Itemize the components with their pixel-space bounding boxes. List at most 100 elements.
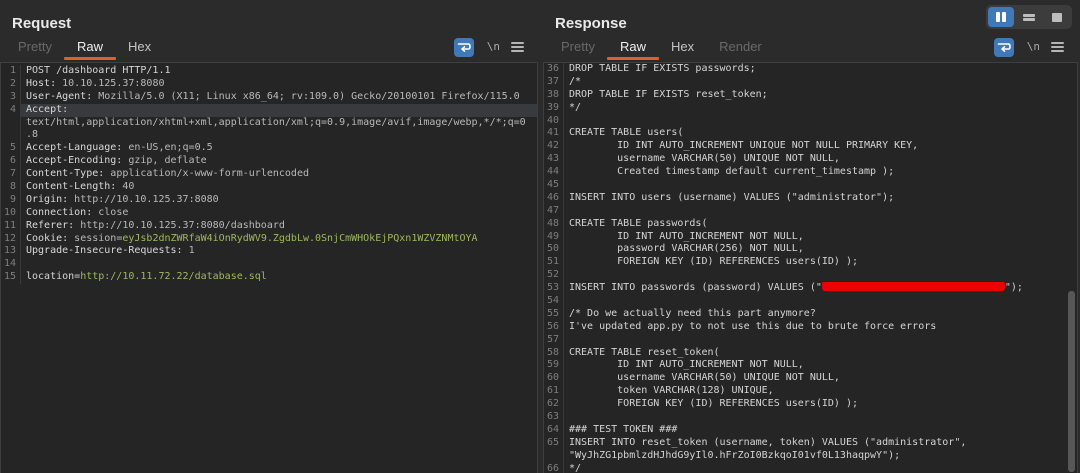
response-editor[interactable]: 36DROP TABLE IF EXISTS passwords;37 /* 38D… — [543, 62, 1078, 473]
tab-render[interactable]: Render — [719, 36, 762, 58]
code-text: 10.10.125.37:8080 — [56, 78, 164, 89]
code-text: application/x-www-form-urlencoded — [104, 168, 309, 179]
line-number: 47 — [544, 205, 564, 218]
response-panel: Response Pretty Raw Hex Render \n 36DROP TA… — [543, 0, 1078, 473]
code-line: 64### TEST TOKEN ### — [544, 424, 1077, 437]
soft-wrap-icon[interactable] — [994, 38, 1014, 57]
code-line: 49 ID INT AUTO_INCREMENT NOT NULL, — [544, 231, 1077, 244]
code-text: Origin: — [26, 194, 68, 205]
line-number: 54 — [544, 295, 564, 308]
line-number — [1, 117, 21, 130]
code-line: 10Connection: close — [1, 207, 537, 220]
code-line: 6Accept-Encoding: gzip, deflate — [1, 155, 537, 168]
code-line: 43 username VARCHAR(50) UNIQUE NOT NULL, — [544, 153, 1077, 166]
code-text: INSERT INTO users (username) VALUES ("ad… — [569, 192, 894, 203]
line-number: 60 — [544, 372, 564, 385]
tab-hex[interactable]: Hex — [128, 36, 151, 58]
tab-hex[interactable]: Hex — [671, 36, 694, 58]
code-text: text/html,application/xhtml+xml,applicat… — [26, 117, 526, 128]
line-number: 56 — [544, 321, 564, 334]
line-number: 41 — [544, 127, 564, 140]
newline-toggle-icon[interactable]: \n — [1027, 40, 1040, 53]
tab-pretty[interactable]: Pretty — [18, 36, 52, 58]
line-number: 46 — [544, 192, 564, 205]
code-line: 48CREATE TABLE passwords( — [544, 218, 1077, 231]
code-line: 55/* Do we actually need this part anymo… — [544, 308, 1077, 321]
code-text: "WyJhZG1pbmlzdHJhdG9yIl0.hFrZoI0BzkqoI01… — [569, 450, 900, 461]
code-text: Cookie: — [26, 233, 68, 244]
line-number: 10 — [1, 207, 21, 220]
line-number: 59 — [544, 359, 564, 372]
code-line: 56I've updated app.py to not use this du… — [544, 321, 1077, 334]
code-text: "); — [1005, 282, 1023, 293]
line-number: 66 — [544, 463, 564, 473]
code-line: 1POST /dashboard HTTP/1.1 — [1, 65, 537, 78]
code-text: username VARCHAR(50) UNIQUE NOT NULL, — [569, 372, 840, 383]
tab-raw[interactable]: Raw — [77, 36, 103, 58]
code-line: 7Content-Type: application/x-www-form-ur… — [1, 168, 537, 181]
code-text: token VARCHAR(128) UNIQUE, — [569, 385, 774, 396]
line-number: 12 — [1, 233, 21, 246]
code-text: http://10.10.125.37:8080/dashboard — [74, 220, 285, 231]
line-number — [1, 129, 21, 142]
code-text: Created timestamp default current_timest… — [569, 166, 894, 177]
code-text: .8 — [26, 129, 38, 140]
response-title: Response — [555, 15, 627, 32]
tab-raw[interactable]: Raw — [620, 36, 646, 58]
code-text: Upgrade-Insecure-Requests: — [26, 245, 183, 256]
code-text: 40 — [116, 181, 134, 192]
line-number: 49 — [544, 231, 564, 244]
line-number: 37 — [544, 76, 564, 89]
request-editor[interactable]: 1POST /dashboard HTTP/1.12 Host: 10.10.12… — [0, 62, 538, 473]
code-text: username VARCHAR(50) UNIQUE NOT NULL, — [569, 153, 840, 164]
code-text: http://10.10.125.37:8080 — [68, 194, 219, 205]
code-text: Host: — [26, 78, 56, 89]
line-number: 15 — [1, 271, 21, 284]
code-text: FOREIGN KEY (ID) REFERENCES users(ID) ); — [569, 398, 858, 409]
line-number: 38 — [544, 89, 564, 102]
code-text: location= — [26, 271, 80, 282]
code-text: password VARCHAR(256) NOT NULL, — [569, 243, 804, 254]
code-line: text/html,application/xhtml+xml,applicat… — [1, 117, 537, 130]
code-line: 62 FOREIGN KEY (ID) REFERENCES users(ID)… — [544, 398, 1077, 411]
request-title: Request — [12, 15, 71, 32]
code-text: session= — [68, 233, 122, 244]
code-line: 59 ID INT AUTO_INCREMENT NOT NULL, — [544, 359, 1077, 372]
code-text: Accept-Language: — [26, 142, 122, 153]
code-line: 44 Created timestamp default current_tim… — [544, 166, 1077, 179]
code-text: */ — [569, 102, 581, 113]
code-line: 38DROP TABLE IF EXISTS reset_token; — [544, 89, 1077, 102]
code-text: Mozilla/5.0 (X11; Linux x86_64; rv:109.0… — [92, 91, 519, 102]
menu-icon[interactable] — [1051, 42, 1064, 53]
line-number: 50 — [544, 243, 564, 256]
code-text: /* Do we actually need this part anymore… — [569, 308, 816, 319]
request-tab-row: Pretty Raw Hex — [18, 36, 176, 61]
code-line: 3User-Agent: Mozilla/5.0 (X11; Linux x86… — [1, 91, 537, 104]
code-text: /* — [569, 76, 581, 87]
code-line: 5Accept-Language: en-US,en;q=0.5 — [1, 142, 537, 155]
code-text: POST /dashboard HTTP/1.1 — [26, 65, 171, 76]
code-line: 14 — [1, 258, 537, 271]
soft-wrap-icon[interactable] — [454, 38, 474, 57]
tab-pretty[interactable]: Pretty — [561, 36, 595, 58]
line-number: 44 — [544, 166, 564, 179]
newline-toggle-icon[interactable]: \n — [487, 40, 500, 53]
menu-icon[interactable] — [511, 42, 524, 53]
code-line: 53INSERT INTO passwords (password) VALUE… — [544, 282, 1077, 295]
line-number: 14 — [1, 258, 21, 271]
line-number: 4 — [1, 104, 21, 117]
request-panel: Request Pretty Raw Hex \n 1POST /dashboard… — [0, 0, 538, 473]
line-number: 2 — [1, 78, 21, 91]
code-line: 50 password VARCHAR(256) NOT NULL, — [544, 243, 1077, 256]
code-line: 37 /* — [544, 76, 1077, 89]
response-tab-row: Pretty Raw Hex Render — [561, 36, 787, 61]
code-line: 36DROP TABLE IF EXISTS passwords; — [544, 63, 1077, 76]
vertical-scrollbar-thumb[interactable] — [1068, 291, 1075, 472]
code-text: Connection: — [26, 207, 92, 218]
code-line: 52 — [544, 269, 1077, 282]
code-text: CREATE TABLE users( — [569, 127, 683, 138]
code-text: en-US,en;q=0.5 — [122, 142, 212, 153]
code-line: 47 — [544, 205, 1077, 218]
code-text: INSERT INTO reset_token (username, token… — [569, 437, 966, 448]
code-line: "WyJhZG1pbmlzdHJhdG9yIl0.hFrZoI0BzkqoI01… — [544, 450, 1077, 463]
